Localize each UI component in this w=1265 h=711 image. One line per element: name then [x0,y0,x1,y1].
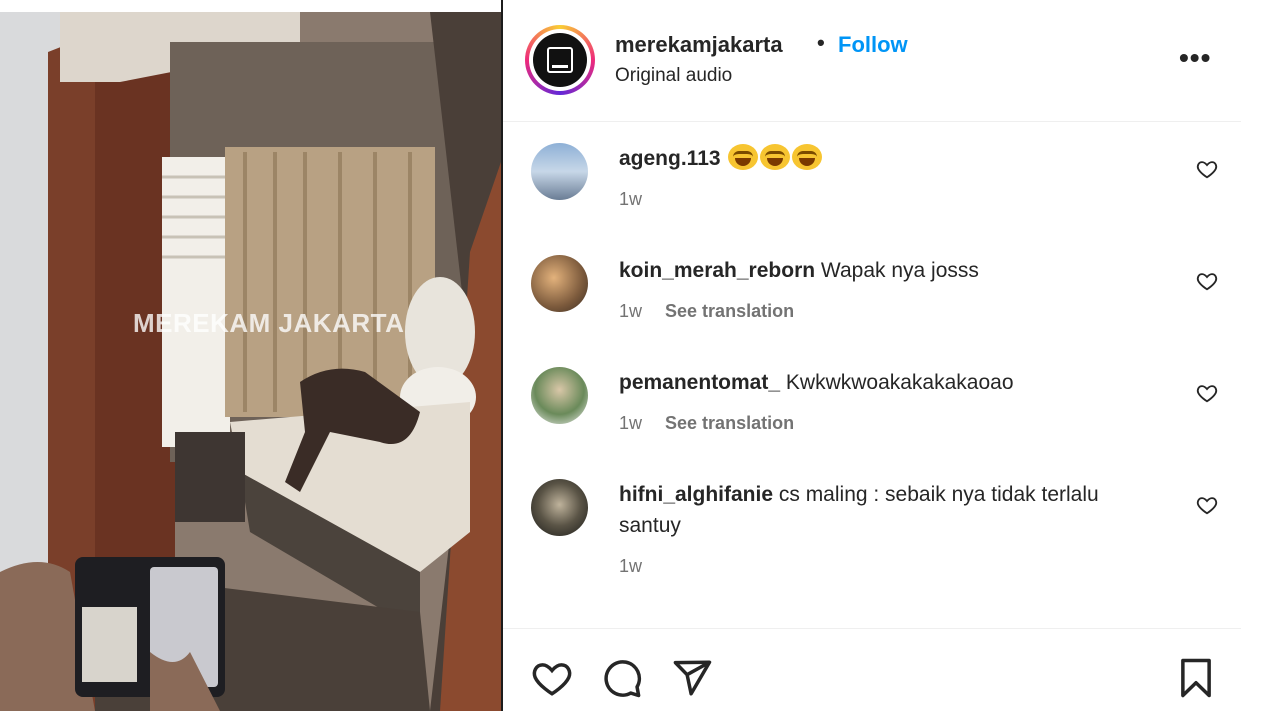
heart-icon[interactable] [531,657,573,699]
comment-time: 1w [619,301,643,321]
comment-time: 1w [619,413,643,433]
audio-label[interactable]: Original audio [615,65,732,87]
comment-username[interactable]: pemanentomat_ [619,371,780,394]
comment-username[interactable]: hifni_alghifanie [619,483,773,506]
see-translation-link[interactable]: See translation [665,301,794,321]
post-action-bar [503,628,1241,711]
comment-bubble-icon[interactable] [601,657,643,699]
comment-username[interactable]: ageng.113 [619,147,721,170]
comment-like-heart-icon[interactable] [1196,270,1218,292]
video-frame-scene [0,12,501,711]
commenter-avatar[interactable] [531,479,588,536]
author-avatar-image [533,33,587,87]
comment-like-heart-icon[interactable] [1196,158,1218,180]
author-avatar[interactable] [525,25,595,95]
commenter-avatar[interactable] [531,255,588,312]
post-header: merekamjakarta • Follow Original audio •… [503,0,1241,122]
post-panel: merekamjakarta • Follow Original audio •… [503,0,1241,711]
laughing-emoji-icon [792,144,823,170]
comment-text: Wapak nya josss [820,259,979,282]
laughing-emoji-icon [760,144,791,170]
post-video[interactable]: MEREKAM JAKARTA [0,12,501,711]
header-separator: • [817,30,825,55]
comment-text: Kwkwkwoakakakakaoao [785,371,1014,394]
author-username[interactable]: merekamjakarta [615,32,783,58]
laughing-emoji-icon [728,144,759,170]
more-options-icon[interactable]: ••• [1179,44,1211,72]
bookmark-icon[interactable] [1175,657,1217,699]
comment-username[interactable]: koin_merah_reborn [619,259,815,282]
comment-time: 1w [619,556,643,576]
paper-plane-icon[interactable] [671,657,713,699]
commenter-avatar[interactable] [531,143,588,200]
video-watermark: MEREKAM JAKARTA [133,308,405,338]
comments-list: ageng.113 1w koin_merah_reborn Wapak nya… [503,123,1241,628]
commenter-avatar[interactable] [531,367,588,424]
see-translation-link[interactable]: See translation [665,413,794,433]
comment-time: 1w [619,189,643,209]
comment-like-heart-icon[interactable] [1196,494,1218,516]
comment-like-heart-icon[interactable] [1196,382,1218,404]
follow-button[interactable]: Follow [838,32,908,58]
